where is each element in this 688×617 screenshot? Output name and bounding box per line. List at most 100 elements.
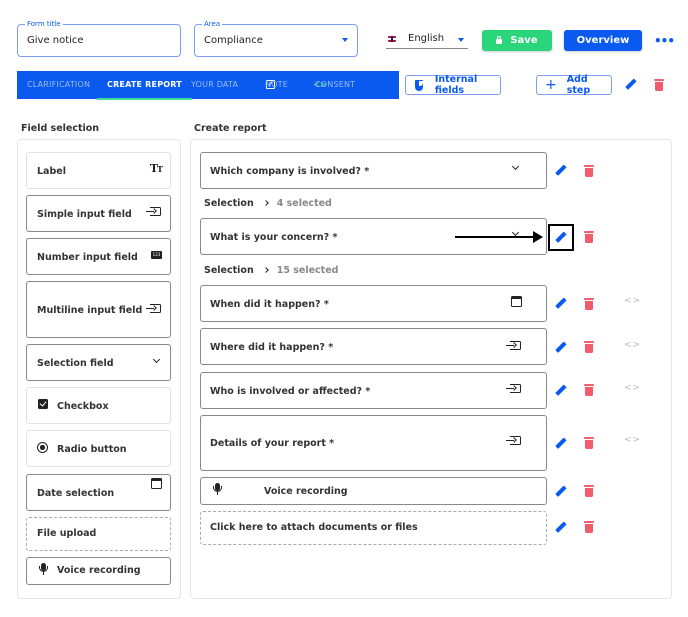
area-value: Compliance <box>204 35 263 46</box>
field-item-text: Label <box>37 166 66 177</box>
area-select[interactable]: Area Compliance <box>194 19 358 57</box>
more-horizontal-icon[interactable]: ••• <box>654 34 675 48</box>
selection-summary[interactable]: Selection 4 selected <box>204 198 332 209</box>
input-icon <box>506 384 521 393</box>
field-item-text: Radio button <box>57 444 127 455</box>
chevron-down-icon <box>152 355 161 364</box>
uk-flag-icon <box>388 36 396 42</box>
field-item-text: Date selection <box>37 488 115 499</box>
report-field-who[interactable]: Who is involved or affected? * <box>200 372 547 409</box>
report-field-when[interactable]: When did it happen? * <box>200 285 547 322</box>
report-field-label: Which company is involved? * <box>210 166 370 177</box>
chevron-down-icon <box>511 228 520 237</box>
delete-trash-icon[interactable] <box>584 437 594 449</box>
language-select[interactable]: English <box>386 32 468 49</box>
edit-pencil-icon[interactable] <box>554 384 568 398</box>
radio-button-icon <box>37 442 48 453</box>
add-step-button[interactable]: + Add step <box>536 74 612 96</box>
delete-trash-icon[interactable] <box>584 521 594 533</box>
calendar-icon <box>511 296 522 307</box>
overview-button[interactable]: Overview <box>564 30 642 51</box>
delete-trash-icon[interactable] <box>584 485 594 497</box>
input-icon <box>506 341 521 350</box>
internal-fields-button[interactable]: Internal fields <box>405 74 501 96</box>
form-title-label: Form title <box>25 19 63 29</box>
edit-pencil-icon[interactable] <box>554 521 568 535</box>
field-item-date[interactable]: Date selection <box>26 474 171 511</box>
report-field-voice-recording[interactable]: Voice recording <box>200 477 547 505</box>
report-field-file-upload[interactable]: Click here to attach documents or files <box>200 511 547 545</box>
edit-pencil-icon[interactable] <box>554 485 568 499</box>
microphone-icon <box>213 483 222 495</box>
tab-note[interactable]: NOTE <box>265 71 288 99</box>
field-item-label[interactable]: Label TT <box>26 152 171 189</box>
plus-icon: + <box>545 77 557 93</box>
internal-fields-label: Internal fields <box>434 74 478 96</box>
report-field-label: What is your concern? * <box>210 232 338 243</box>
area-label: Area <box>202 19 223 29</box>
input-icon <box>146 304 161 313</box>
input-icon <box>506 436 521 445</box>
field-item-number-input[interactable]: Number input field 123 <box>26 238 171 275</box>
tab-clarification[interactable]: CLARIFICATION <box>27 71 90 99</box>
text-format-icon: TT <box>149 162 163 175</box>
delete-trash-icon[interactable] <box>584 341 594 353</box>
microphone-icon <box>39 563 48 575</box>
chevron-right-icon <box>262 267 269 273</box>
annotation-highlight-box <box>548 224 574 251</box>
delete-trash-icon[interactable] <box>584 384 594 396</box>
field-item-voice-recording[interactable]: Voice recording <box>26 557 171 585</box>
tab-create-report[interactable]: CREATE REPORT <box>97 71 192 100</box>
edit-pencil-icon[interactable] <box>554 341 568 355</box>
code-icon[interactable]: <> <box>624 340 641 350</box>
save-button[interactable]: Save <box>482 30 552 51</box>
form-title-field[interactable]: Form title Give notice <box>17 19 181 57</box>
field-item-text: Voice recording <box>57 565 141 576</box>
save-label: Save <box>510 35 538 46</box>
input-icon <box>146 207 161 216</box>
checkbox-icon <box>38 399 48 409</box>
chevron-down-icon <box>511 162 520 171</box>
selection-summary[interactable]: Selection 15 selected <box>204 265 338 276</box>
chevron-right-icon <box>262 200 269 206</box>
delete-trash-icon[interactable] <box>584 298 594 310</box>
edit-pencil-icon[interactable] <box>554 297 568 311</box>
edit-step-pencil-icon[interactable] <box>624 78 638 92</box>
delete-trash-icon[interactable] <box>584 165 594 177</box>
annotation-arrow-head <box>533 231 543 243</box>
field-item-file-upload[interactable]: File upload <box>26 517 171 551</box>
field-item-selection[interactable]: Selection field <box>26 344 171 381</box>
report-field-label: Where did it happen? * <box>210 342 334 353</box>
add-step-label: Add step <box>566 74 591 96</box>
code-icon[interactable]: <> <box>624 435 641 445</box>
overview-label: Overview <box>576 35 630 46</box>
step-tabs: CLARIFICATION CREATE REPORT YOUR DATA NO… <box>17 71 399 100</box>
selection-label: Selection <box>204 265 254 276</box>
code-icon[interactable]: <> <box>624 296 641 306</box>
edit-pencil-icon[interactable] <box>554 164 568 178</box>
tab-your-data[interactable]: YOUR DATA <box>191 71 238 99</box>
caret-down-icon <box>342 38 348 42</box>
report-field-company[interactable]: Which company is involved? * <box>200 152 547 189</box>
delete-trash-icon[interactable] <box>584 231 594 243</box>
field-item-checkbox[interactable]: Checkbox <box>26 387 171 424</box>
create-report-title: Create report <box>194 123 267 134</box>
field-item-multiline-input[interactable]: Multiline input field <box>26 281 171 338</box>
form-editor: Form title Give notice Area Compliance E… <box>0 0 688 617</box>
field-item-text: Simple input field <box>37 209 132 220</box>
report-field-where[interactable]: Where did it happen? * <box>200 328 547 365</box>
form-title-value[interactable]: Give notice <box>27 35 84 46</box>
field-item-text: Selection field <box>37 358 114 369</box>
tab-consent[interactable]: CONSENT <box>315 71 355 99</box>
code-icon[interactable]: <> <box>624 383 641 393</box>
field-item-simple-input[interactable]: Simple input field <box>26 195 171 232</box>
report-field-label: Click here to attach documents or files <box>210 522 418 533</box>
caret-down-icon <box>458 38 464 42</box>
report-field-label: Who is involved or affected? * <box>210 386 371 397</box>
report-field-details[interactable]: Details of your report * <box>200 415 547 471</box>
edit-pencil-icon[interactable] <box>554 437 568 451</box>
selection-label: Selection <box>204 198 254 209</box>
field-selection-title: Field selection <box>21 123 100 134</box>
delete-step-trash-icon[interactable] <box>654 79 664 91</box>
field-item-radio[interactable]: Radio button <box>26 430 171 467</box>
